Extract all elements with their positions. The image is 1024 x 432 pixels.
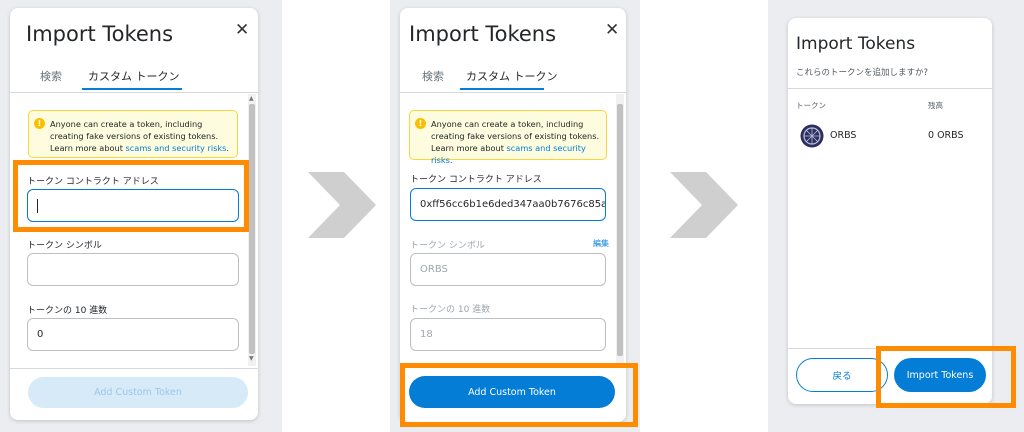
token-name: ORBS (830, 130, 857, 141)
warning-box: ! Anyone can create a token, including cr… (28, 110, 238, 158)
orbs-logo-icon (800, 124, 824, 148)
token-symbol-input[interactable]: ORBS (410, 253, 606, 286)
header-divider (788, 88, 992, 89)
token-symbol-label: トークン シンボル (27, 241, 102, 251)
chevron-shape (670, 172, 738, 238)
token-decimals-label: トークンの 10 進数 (410, 305, 491, 315)
column-header-token: トークン (796, 101, 826, 110)
info-icon: ! (415, 118, 426, 129)
column-header-balance: 残高 (928, 101, 943, 110)
token-decimals-input[interactable]: 18 (410, 318, 606, 351)
page-title: Import Tokens (796, 34, 916, 54)
warning-suffix: . (449, 155, 453, 165)
scroll-up-icon[interactable]: ▲ (249, 96, 254, 102)
page-title: Import Tokens (26, 22, 174, 46)
tab-custom-token[interactable]: カスタム トークン (466, 68, 558, 84)
token-symbol-input[interactable] (27, 253, 239, 286)
warning-box: ! Anyone can create a token, including cr… (409, 110, 607, 165)
contract-address-input[interactable]: 0xff56cc6b1e6ded347aa0b7676c85ab0b3d08b0… (410, 188, 606, 221)
chevron-shape (308, 172, 376, 238)
tab-search[interactable]: 検索 (422, 68, 444, 84)
close-icon[interactable]: ✕ (605, 20, 619, 40)
tab-search[interactable]: 検索 (40, 68, 62, 84)
tab-custom-token[interactable]: カスタム トークン (88, 68, 180, 84)
tabs-divider (400, 92, 626, 93)
token-symbol-label: トークン シンボル (410, 241, 485, 251)
highlight-contract-address (13, 160, 249, 232)
highlight-add-custom-token (400, 363, 638, 427)
token-decimals-input[interactable]: 0 (27, 318, 239, 351)
back-button[interactable]: 戻る (796, 358, 888, 392)
token-balance: 0 ORBS (928, 130, 964, 141)
token-decimals-label: トークンの 10 進数 (27, 306, 108, 316)
page-title: Import Tokens (409, 22, 557, 46)
info-icon: ! (34, 118, 45, 129)
import-tokens-panel-step2: Import Tokens ✕ 検索 カスタム トークン ! Anyone can… (400, 8, 626, 422)
scrollbar-thumb[interactable] (249, 104, 255, 354)
tabs-divider (10, 92, 258, 93)
chevron-right-icon (308, 172, 376, 238)
close-icon[interactable]: ✕ (235, 20, 249, 40)
footer-divider (10, 368, 258, 369)
edit-link[interactable]: 編集 (593, 238, 609, 249)
warning-suffix: . (226, 143, 229, 153)
scroll-down-icon[interactable]: ▼ (249, 356, 254, 362)
contract-address-label: トークン コントラクト アドレス (410, 175, 542, 185)
highlight-import-tokens (876, 346, 1016, 408)
scrollbar-thumb[interactable] (617, 104, 623, 356)
scams-link[interactable]: scams and security risks (126, 143, 227, 153)
tab-active-indicator (460, 88, 544, 90)
tab-active-indicator (82, 88, 182, 90)
confirm-subtitle: これらのトークンを追加しますか? (796, 68, 929, 78)
add-custom-token-button[interactable]: Add Custom Token (28, 377, 248, 408)
chevron-right-icon (670, 172, 738, 238)
